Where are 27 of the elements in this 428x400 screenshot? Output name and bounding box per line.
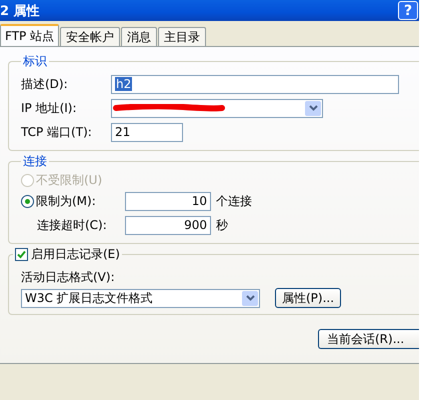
tcp-port-field[interactable]: 21	[111, 122, 183, 142]
field-label: 连接超时(C):	[36, 216, 107, 234]
log-format-dropdown[interactable]: W3C 扩展日志文件格式	[21, 288, 260, 308]
tab[interactable]: 安全帐户	[60, 27, 120, 46]
radio-label[interactable]: 限制为(M):	[36, 192, 96, 210]
timeout-field[interactable]: 900	[125, 216, 211, 234]
help-button[interactable]: ?	[398, 1, 418, 20]
description-field[interactable]: h2	[111, 74, 399, 94]
ip-address-dropdown[interactable]	[111, 98, 323, 118]
field-label: TCP 端口(T):	[21, 124, 93, 140]
max-connections-field[interactable]: 10	[125, 192, 211, 210]
properties-button[interactable]: 属性(P)...	[275, 288, 342, 308]
current-sessions-button[interactable]: 当前会话(R)...	[318, 329, 419, 349]
group-title: 标识	[22, 53, 48, 70]
checkbox-label[interactable]: 启用日志记录(E)	[31, 246, 120, 263]
field-label: 描述(D):	[21, 76, 69, 92]
tab[interactable]: 主目录	[158, 27, 206, 46]
field-label: 活动日志格式(V):	[21, 269, 116, 286]
window-title: 2 属性	[0, 2, 40, 20]
checkbox[interactable]	[15, 248, 28, 261]
field-label: IP 地址(I):	[21, 100, 78, 116]
tab[interactable]: FTP 站点	[0, 24, 60, 46]
group-title: 连接	[22, 153, 48, 170]
radio-button[interactable]	[21, 194, 34, 208]
unit-label: 个连接	[216, 192, 252, 210]
unit-label: 秒	[216, 216, 228, 234]
tab[interactable]: 消息	[121, 27, 158, 46]
